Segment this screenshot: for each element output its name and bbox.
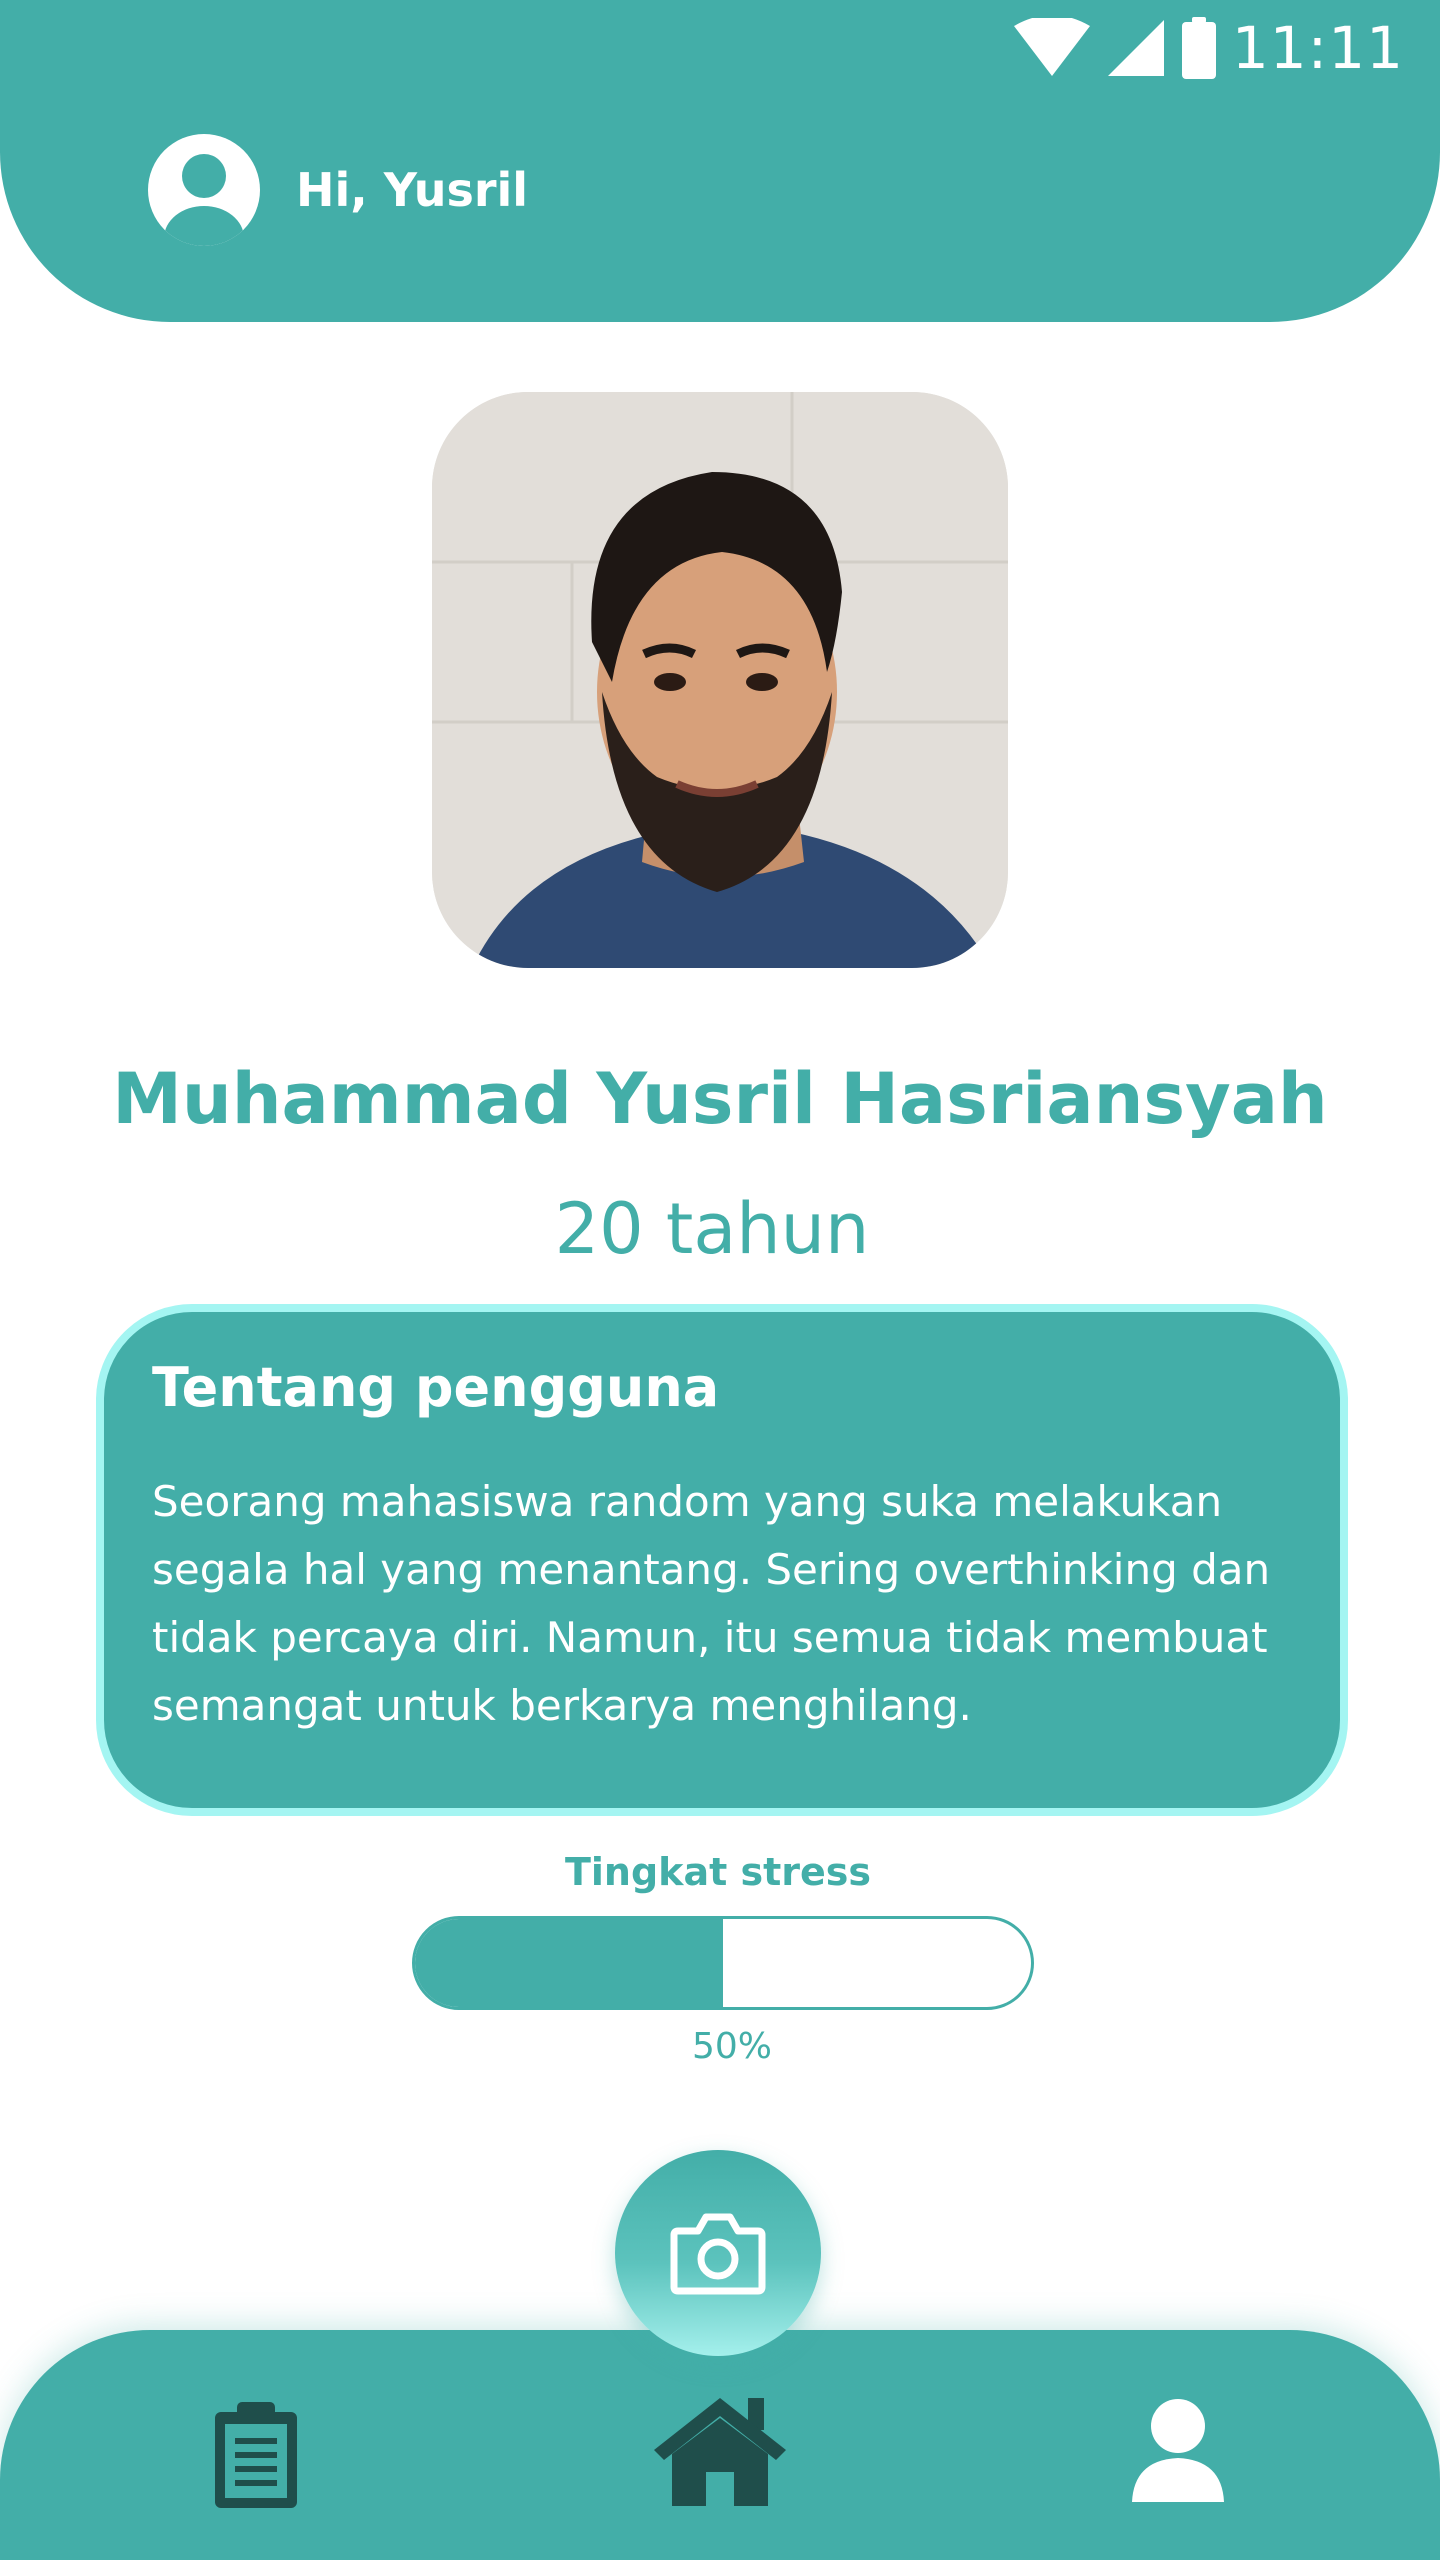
nav-item-profile[interactable]	[1130, 2398, 1226, 2502]
about-title: Tentang pengguna	[152, 1356, 720, 1419]
stress-label: Tingkat stress	[564, 1850, 872, 1894]
home-icon	[654, 2398, 786, 2506]
camera-icon	[670, 2213, 766, 2295]
about-body: Seorang mahasiswa random yang suka melak…	[152, 1477, 1271, 1730]
greeting-text: Hi, Yusril	[296, 163, 529, 217]
status-bar: 11:11	[1013, 10, 1404, 86]
profile-icon	[1132, 2399, 1224, 2502]
nav-item-home[interactable]	[650, 2394, 790, 2506]
camera-button[interactable]	[615, 2150, 821, 2356]
greeting: Hi, Yusril	[148, 134, 528, 246]
user-avatar-icon	[164, 154, 244, 246]
bottom-nav	[0, 2330, 1440, 2560]
stress-progress-bar	[412, 1916, 1034, 2010]
wifi-icon	[1013, 18, 1090, 76]
profile-photo	[432, 392, 1008, 968]
stress-value: 50%	[691, 2026, 772, 2067]
profile-portrait-image	[432, 392, 1008, 968]
clipboard-icon	[215, 2402, 297, 2508]
about-card: Tentang pengguna Seorang mahasiswa rando…	[96, 1304, 1348, 1816]
avatar[interactable]	[148, 134, 260, 246]
signal-icon	[1107, 20, 1164, 76]
stress-progress-fill	[415, 1919, 723, 2007]
profile-name: Muhammad Yusril Hasriansyah	[112, 1058, 1328, 1140]
status-time: 11:11	[1231, 14, 1404, 82]
header: 11:11 Hi, Yusril	[0, 0, 1440, 322]
profile-age: 20 tahun	[554, 1188, 870, 1270]
nav-item-records[interactable]	[206, 2396, 306, 2516]
battery-icon	[1181, 17, 1216, 79]
